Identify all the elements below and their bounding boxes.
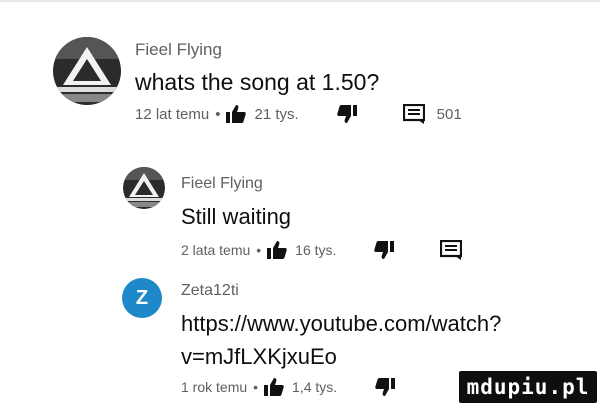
comment-link-line-2[interactable]: v=mJfLXKjxuEo <box>181 344 337 370</box>
top-divider <box>0 0 600 2</box>
watermark-text: mdupiu.pl <box>466 375 590 399</box>
avatar[interactable]: Z <box>122 278 162 318</box>
comment-author[interactable]: Fieel Flying <box>135 40 222 60</box>
site-watermark: mdupiu.pl <box>459 371 597 403</box>
thumbs-down-icon[interactable] <box>375 378 396 396</box>
comment-icon[interactable] <box>402 104 425 124</box>
separator: • <box>256 242 262 258</box>
thumbs-down-icon[interactable] <box>336 105 357 123</box>
avatar[interactable] <box>123 167 165 209</box>
avatar[interactable] <box>53 37 121 105</box>
like-count: 16 tys. <box>295 242 337 258</box>
like-count: 1,4 tys. <box>292 379 338 395</box>
thumbs-up-icon[interactable] <box>267 241 287 259</box>
comment-author[interactable]: Zeta12ti <box>181 282 239 300</box>
comment-meta: 2 lata temu • 16 tys. <box>181 240 463 260</box>
reply-count[interactable]: 501 <box>437 106 462 123</box>
comment-meta: 12 lat temu • 21 tys. 501 <box>135 104 462 124</box>
comment-text: Still waiting <box>181 204 292 229</box>
separator: • <box>215 105 221 123</box>
comment-meta: 1 rok temu • 1,4 tys. <box>181 378 396 396</box>
comment-icon[interactable] <box>440 240 463 260</box>
like-count: 21 tys. <box>254 105 299 123</box>
comment-link-line-1[interactable]: https://www.youtube.com/watch? <box>181 311 501 337</box>
comment-time: 1 rok temu <box>181 379 248 395</box>
thumbs-down-icon[interactable] <box>374 241 395 259</box>
comment-time: 2 lata temu <box>181 242 251 258</box>
comment-author[interactable]: Fieel Flying <box>181 175 263 193</box>
comment-time: 12 lat temu <box>135 105 210 123</box>
comment-text: whats the song at 1.50? <box>135 69 380 95</box>
separator: • <box>253 379 259 395</box>
thumbs-up-icon[interactable] <box>264 378 284 396</box>
thumbs-up-icon[interactable] <box>226 105 247 123</box>
